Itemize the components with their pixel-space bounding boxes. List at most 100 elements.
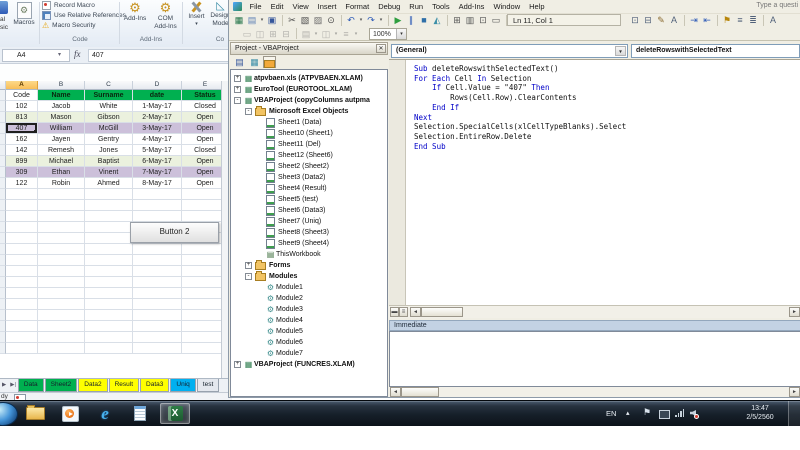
undo-button[interactable]: ↶ (345, 14, 357, 26)
hscroll-right-arrow[interactable]: ► (789, 307, 800, 317)
undo-dropdown-icon[interactable]: ▾ (358, 17, 364, 23)
macros-button[interactable]: ⚙ Macros (10, 0, 38, 34)
toggle-breakpoint-button[interactable]: ⚑ (721, 14, 733, 26)
cell[interactable]: Jacob (38, 101, 85, 112)
cell[interactable] (85, 288, 133, 299)
cell[interactable] (6, 288, 38, 299)
taskbar-clock[interactable]: 13:47 2/5/2560 (736, 404, 784, 422)
ungroup-controls-button[interactable]: ⊟ (280, 28, 292, 40)
insert-control-button[interactable]: Insert ▾ (185, 0, 208, 28)
cell[interactable] (85, 244, 133, 255)
cell[interactable] (85, 299, 133, 310)
cell[interactable] (6, 211, 38, 222)
object-browser-button[interactable]: ⊡ (477, 14, 489, 26)
cell[interactable]: Vinent (85, 167, 133, 178)
cell[interactable] (38, 321, 85, 332)
reset-button[interactable]: ■ (418, 14, 430, 26)
tree-item-sheet11-del-[interactable]: Sheet11 (Del) (231, 139, 387, 150)
menu-debug[interactable]: Debug (374, 0, 405, 13)
project-explorer-close-button[interactable]: ✕ (376, 44, 386, 53)
network-monitor-icon[interactable] (659, 410, 670, 419)
design-mode-button[interactable]: ◭ (431, 14, 443, 26)
toggle-bookmark-button[interactable]: A (767, 14, 779, 26)
cell[interactable] (133, 310, 182, 321)
tree-item-sheet8-sheet3-[interactable]: Sheet8 (Sheet3) (231, 227, 387, 238)
zoom-combo[interactable]: 100% ▾ (369, 28, 407, 40)
cell[interactable] (85, 332, 133, 343)
view-excel-button[interactable]: ▦ (233, 14, 245, 26)
cell[interactable]: 2-May-17 (133, 112, 182, 123)
object-dropdown-arrow-icon[interactable]: ▾ (615, 46, 626, 56)
cell[interactable] (38, 266, 85, 277)
column-header-B[interactable]: B (38, 81, 85, 90)
list-properties-button[interactable]: ⊡ (629, 14, 641, 26)
project-explorer-title[interactable]: Project - VBAProject (230, 42, 388, 55)
immediate-hscroll-left-arrow[interactable]: ◄ (390, 387, 401, 397)
cell[interactable]: Gentry (85, 134, 133, 145)
column-header-D[interactable]: D (133, 81, 182, 90)
menu-add-ins[interactable]: Add-Ins (454, 0, 489, 13)
cell[interactable]: Michael (38, 156, 85, 167)
taskbar-button-explorer[interactable] (20, 403, 50, 424)
cell[interactable] (133, 211, 182, 222)
cell[interactable]: Baptist (85, 156, 133, 167)
full-module-view-button[interactable]: ≡ (399, 307, 408, 317)
cell[interactable] (38, 288, 85, 299)
tree-item-module5[interactable]: ⚙Module5 (231, 326, 387, 337)
cell[interactable] (133, 288, 182, 299)
tree-item-sheet10-sheet1-[interactable]: Sheet10 (Sheet1) (231, 128, 387, 139)
comment-block-button[interactable]: ≡ (734, 14, 746, 26)
cell[interactable]: date (133, 90, 182, 101)
project-explorer-button[interactable]: ⊞ (451, 14, 463, 26)
center-controls-dropdown-icon[interactable]: ▾ (333, 31, 339, 37)
cell[interactable] (133, 332, 182, 343)
sheet-tab-uniq[interactable]: Uniq (170, 379, 195, 392)
tree-item-module3[interactable]: ⚙Module3 (231, 304, 387, 315)
menu-edit[interactable]: Edit (266, 0, 288, 13)
tree-item-forms[interactable]: +Forms (231, 260, 387, 271)
menu-file[interactable]: File (245, 0, 266, 13)
show-desktop-button[interactable] (788, 401, 800, 426)
group-controls-button[interactable]: ⊞ (267, 28, 279, 40)
cell[interactable] (38, 277, 85, 288)
menu-help[interactable]: Help (525, 0, 549, 13)
tree-item-vbaproject-copycolumns-autpma[interactable]: -▦VBAProject (copyColumns autpma (231, 95, 387, 106)
complete-word-button[interactable]: A (668, 14, 680, 26)
cell[interactable] (133, 277, 182, 288)
tree-item-module7[interactable]: ⚙Module7 (231, 348, 387, 359)
align-controls-dropdown-icon[interactable]: ▾ (313, 31, 319, 37)
cell[interactable]: 6-May-17 (133, 156, 182, 167)
tree-item-sheet12-sheet6-[interactable]: Sheet12 (Sheet6) (231, 150, 387, 161)
sheet-tab-data3[interactable]: Data3 (140, 379, 169, 392)
cell[interactable]: Ahmed (85, 178, 133, 189)
add-control-button[interactable]: ▭ (241, 28, 253, 40)
signal-strength-icon[interactable] (675, 409, 685, 417)
name-box-dropdown-icon[interactable]: ▾ (55, 49, 64, 62)
tree-item-thisworkbook[interactable]: ▤ThisWorkbook (231, 249, 387, 260)
add-ins-button[interactable]: ⚙ Add-Ins (121, 0, 149, 23)
cell[interactable] (133, 266, 182, 277)
zoom-dropdown-icon[interactable]: ▾ (396, 29, 406, 39)
insert-userform-dropdown-icon[interactable]: ▾ (259, 17, 265, 23)
indent-button[interactable]: ⇥ (688, 14, 700, 26)
tree-item-microsoft-excel-objects[interactable]: -Microsoft Excel Objects (231, 106, 387, 117)
cell[interactable] (133, 299, 182, 310)
redo-button[interactable]: ↷ (365, 14, 377, 26)
view-object-button[interactable]: ▦ (248, 56, 261, 68)
cell[interactable] (133, 321, 182, 332)
view-code-button[interactable]: ▤ (233, 56, 246, 68)
cell[interactable]: 407 (6, 123, 38, 134)
paste-button[interactable]: ▨ (312, 14, 324, 26)
insert-userform-button[interactable]: ▤ (246, 14, 258, 26)
expand-toggle[interactable]: - (245, 108, 252, 115)
taskbar-button-notepad[interactable] (125, 403, 155, 424)
list-constants-button[interactable]: ⊟ (642, 14, 654, 26)
cell[interactable] (6, 200, 38, 211)
tree-item-sheet3-data2-[interactable]: Sheet3 (Data2) (231, 172, 387, 183)
tree-item-sheet1-data-[interactable]: Sheet1 (Data) (231, 117, 387, 128)
expand-toggle[interactable]: + (234, 75, 241, 82)
cell[interactable] (38, 332, 85, 343)
cell[interactable]: 4-May-17 (133, 134, 182, 145)
redo-dropdown-icon[interactable]: ▾ (378, 17, 384, 23)
expand-toggle[interactable]: - (245, 273, 252, 280)
